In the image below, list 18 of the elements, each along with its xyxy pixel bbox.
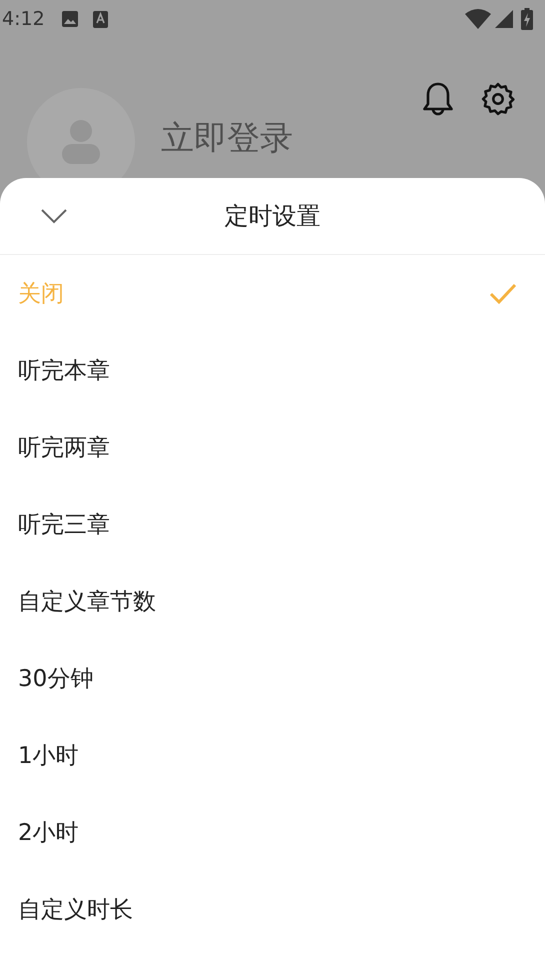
timer-option[interactable]: 自定义章节数 (18, 586, 156, 617)
timer-option[interactable]: 30分钟 (18, 663, 94, 694)
wifi-icon (465, 9, 491, 29)
timer-option[interactable]: 2小时 (18, 817, 79, 848)
bell-icon[interactable] (423, 82, 453, 116)
timer-option[interactable]: 听完两章 (18, 432, 110, 463)
font-icon (92, 10, 108, 28)
signal-icon (495, 10, 513, 28)
battery-icon (521, 8, 533, 30)
settings-icon[interactable] (481, 82, 515, 116)
collapse-chevron-icon[interactable] (40, 208, 68, 224)
timer-option[interactable]: 听完三章 (18, 509, 110, 540)
sheet-title: 定时设置 (224, 201, 320, 232)
image-icon (60, 10, 79, 28)
timer-option[interactable]: 听完本章 (18, 355, 110, 386)
timer-option[interactable]: 1小时 (18, 740, 79, 771)
status-time: 4:12 (2, 8, 45, 30)
timer-option[interactable]: 自定义时长 (18, 894, 133, 925)
